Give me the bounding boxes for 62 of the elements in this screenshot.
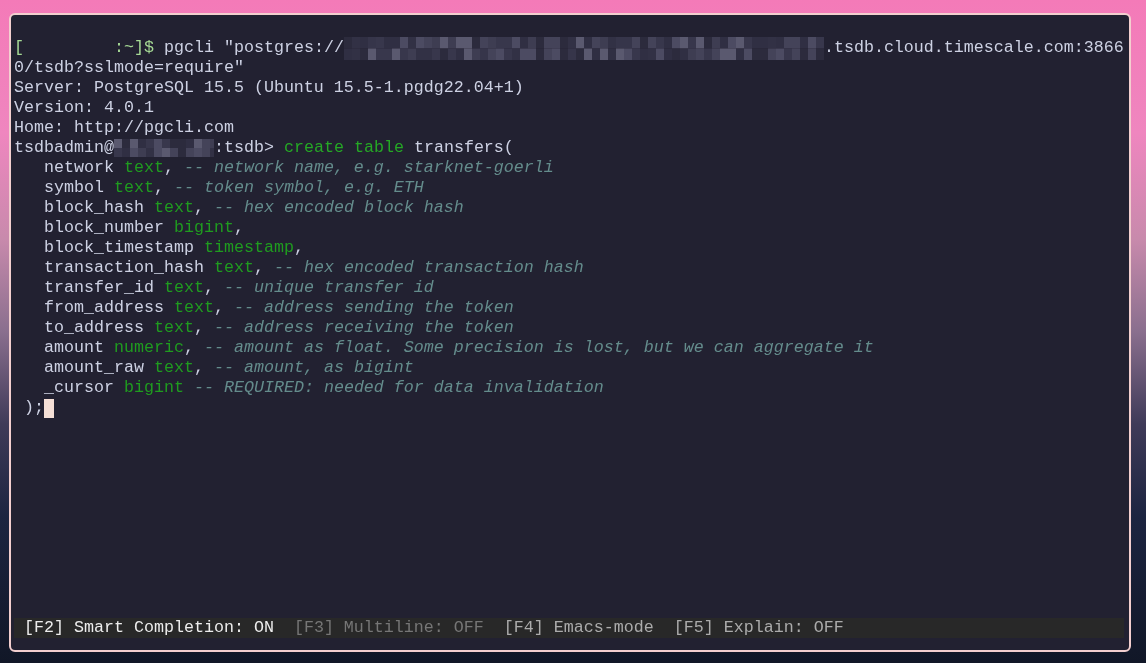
data-type: text	[123, 158, 164, 178]
prompt-text: :~]$	[114, 38, 154, 58]
table-name: transfers(	[413, 138, 514, 158]
sql-comment: -- hex encoded transaction hash	[273, 258, 584, 278]
comma: ,	[193, 358, 204, 378]
sql-comment: -- amount, as bigint	[213, 358, 414, 378]
toolbar-item: [F2] Smart Completion: ON	[24, 618, 274, 638]
column-name: block_timestamp	[44, 238, 194, 258]
column-name: block_number	[44, 218, 164, 238]
sql-comment: -- network name, e.g. starknet-goerli	[183, 158, 554, 178]
data-type: text	[213, 258, 254, 278]
sql-comment: -- hex encoded block hash	[213, 198, 464, 218]
column-name: to_address	[44, 318, 144, 338]
toolbar-item: [F3] Multiline: OFF	[293, 618, 484, 638]
prompt-text: tsdbadmin@	[14, 138, 114, 158]
column-name: from_address	[44, 298, 164, 318]
data-type: text	[153, 318, 194, 338]
sql-comment: -- address sending the token	[233, 298, 514, 318]
data-type: numeric	[114, 338, 184, 358]
sql-comment: -- address receiving the token	[213, 318, 514, 338]
comma: ,	[193, 198, 204, 218]
comma: ,	[193, 318, 204, 338]
toolbar-item: [F5] Explain: OFF	[673, 618, 844, 638]
data-type: text	[153, 198, 194, 218]
toolbar-item: [F4] Emacs-mode	[503, 618, 654, 638]
output-line: Home: http://pgcli.com	[14, 118, 234, 138]
comma: ,	[183, 338, 194, 358]
data-type: text	[173, 298, 214, 318]
comma: ,	[233, 218, 244, 238]
comma: ,	[253, 258, 264, 278]
column-name: transfer_id	[44, 278, 154, 298]
column-name: transaction_hash	[44, 258, 204, 278]
command-text: .tsdb.cloud.timescale.com:3866	[823, 38, 1124, 58]
output-line: Server: PostgreSQL 15.5 (Ubuntu 15.5-1.pgdg22.04+1)	[14, 78, 524, 98]
prompt-text: [	[14, 38, 24, 58]
command-text: 0/tsdb?sslmode=require"	[14, 58, 244, 78]
data-type: bigint	[173, 218, 234, 238]
command-text: pgcli "postgres://	[164, 38, 344, 58]
comma: ,	[153, 178, 164, 198]
sql-comment: -- unique transfer id	[223, 278, 434, 298]
output-line: Version: 4.0.1	[14, 98, 154, 118]
sql-comment: -- amount as float. Some precision is lost, but we can aggregate it	[203, 338, 874, 358]
column-name: amount	[44, 338, 104, 358]
data-type: text	[163, 278, 204, 298]
data-type: bigint	[123, 378, 184, 398]
sql-comment: -- REQUIRED: needed for data invalidation	[193, 378, 604, 398]
data-type: text	[114, 178, 154, 198]
data-type: text	[153, 358, 194, 378]
comma: ,	[213, 298, 224, 318]
prompt-text: :tsdb>	[213, 138, 274, 158]
data-type: timestamp	[203, 238, 294, 258]
column-name: block_hash	[44, 198, 144, 218]
closing-paren: );	[24, 398, 44, 418]
column-name: network	[44, 158, 114, 178]
comma: ,	[163, 158, 174, 178]
column-name: amount_raw	[44, 358, 144, 378]
sql-keyword: create table	[283, 138, 404, 158]
comma: ,	[203, 278, 214, 298]
column-name: _cursor	[44, 378, 114, 398]
comma: ,	[293, 238, 304, 258]
sql-comment: -- token symbol, e.g. ETH	[173, 178, 424, 198]
column-name: symbol	[44, 178, 104, 198]
